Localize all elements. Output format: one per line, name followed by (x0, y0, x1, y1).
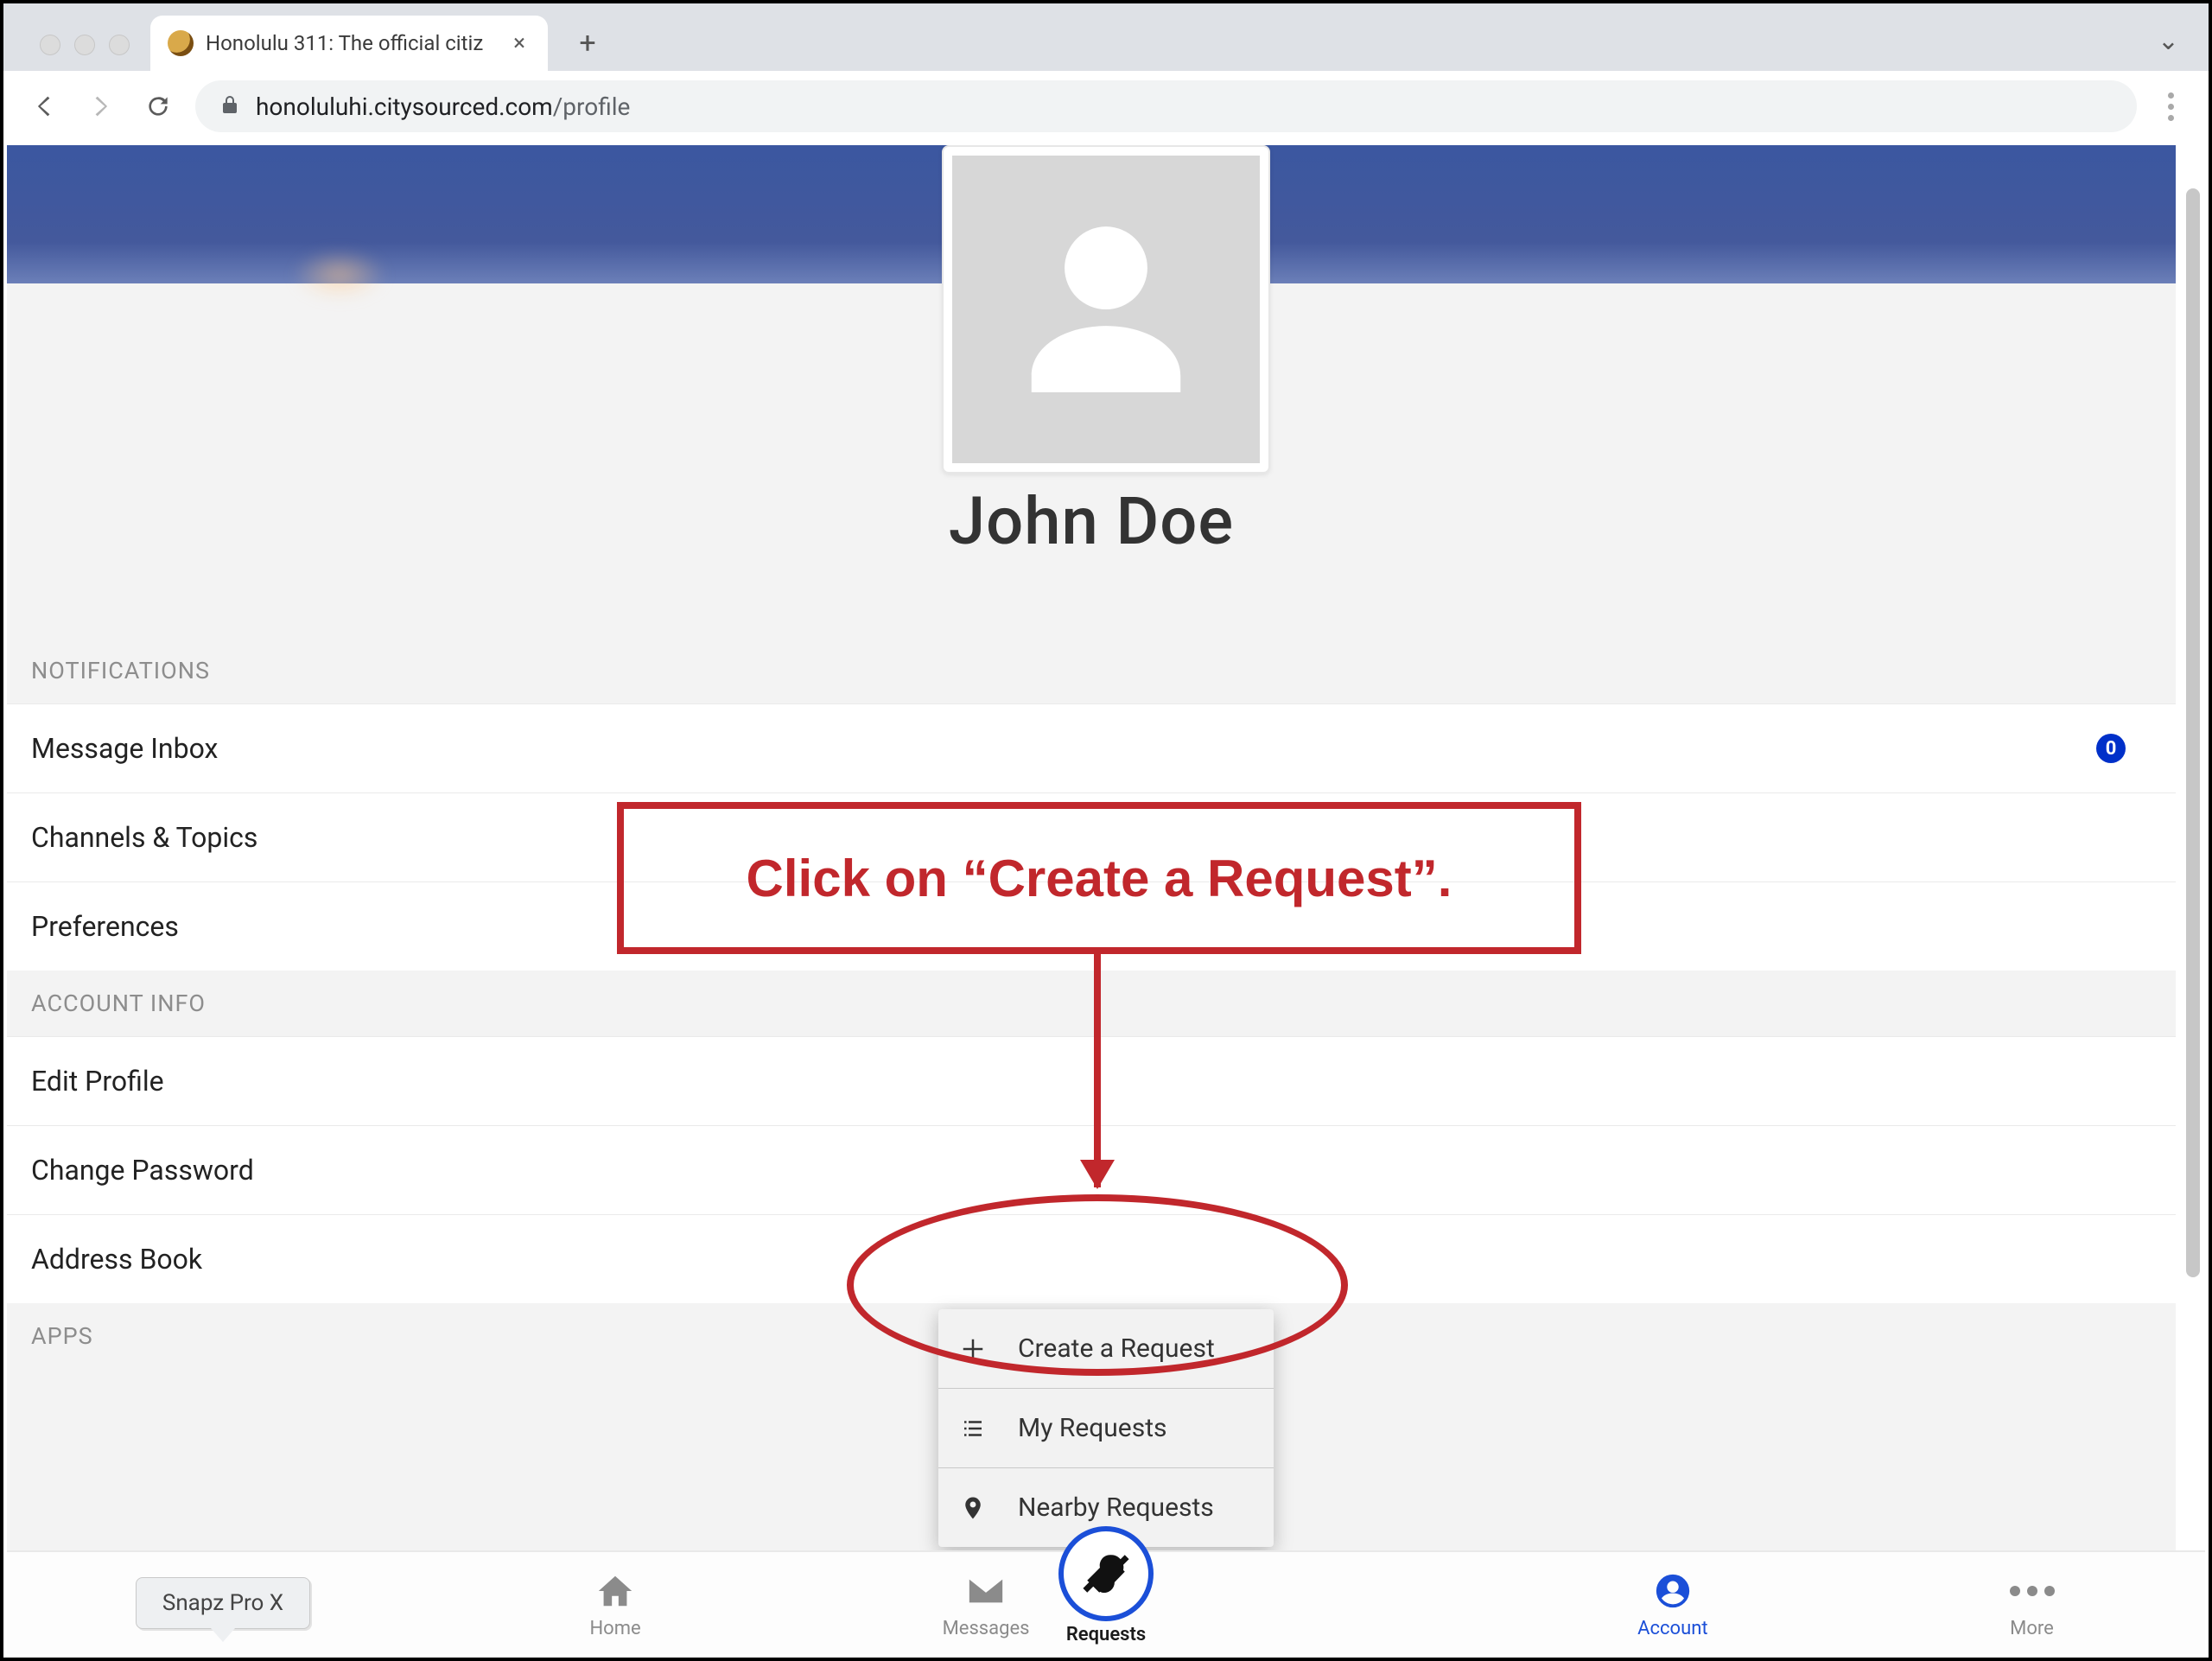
reload-button[interactable] (138, 86, 178, 126)
home-icon (595, 1568, 635, 1614)
arrow-right-icon (86, 92, 116, 121)
arrow-left-icon (29, 92, 59, 121)
envelope-icon (966, 1568, 1006, 1614)
more-dots-icon (2010, 1568, 2055, 1614)
close-window-dot[interactable] (40, 35, 60, 55)
avatar-placeholder (952, 156, 1260, 463)
browser-toolbar: honoluluhi.citysourced.com/profile (3, 71, 2209, 142)
snapz-pro-tooltip[interactable]: Snapz Pro X (136, 1577, 310, 1629)
cover-flare (292, 249, 387, 301)
annotation-text: Click on “Create a Request”. (747, 849, 1452, 908)
address-bar[interactable]: honoluluhi.citysourced.com/profile (195, 80, 2137, 132)
tools-icon (1081, 1549, 1131, 1599)
nav-more[interactable]: More (2010, 1568, 2055, 1639)
nav-home[interactable]: Home (589, 1568, 640, 1639)
new-tab-button[interactable]: + (563, 19, 612, 67)
nav-messages[interactable]: Messages (943, 1568, 1030, 1639)
reload-icon (144, 92, 172, 120)
forward-button[interactable] (81, 86, 121, 126)
nav-label: Home (589, 1618, 640, 1639)
popover-label: Nearby Requests (1018, 1492, 1214, 1523)
nav-label: Messages (943, 1618, 1030, 1639)
row-label: Edit Profile (31, 1065, 164, 1098)
url-host: honoluluhi.citysourced.com (256, 92, 553, 121)
page-viewport: John Doe NOTIFICATIONS Message Inbox 0 C… (7, 145, 2205, 1654)
browser-chrome: Honolulu 311: The official citiz × + ⌄ h… (3, 3, 2209, 142)
location-pin-icon (957, 1495, 988, 1521)
person-icon (1007, 210, 1205, 409)
lock-icon (219, 94, 240, 118)
chevron-down-icon[interactable]: ⌄ (2158, 26, 2179, 56)
bottom-nav: Snapz Pro X Home Messages . (7, 1550, 2205, 1654)
browser-menu-button[interactable] (2154, 92, 2188, 121)
profile-display-name: John Doe (7, 482, 2176, 560)
maximize-window-dot[interactable] (109, 35, 130, 55)
account-circle-icon (1653, 1568, 1693, 1614)
section-notifications-label: NOTIFICATIONS (7, 638, 2176, 703)
bottom-nav-left: Snapz Pro X (7, 1552, 439, 1654)
vertical-scrollbar[interactable] (2186, 188, 2200, 1277)
avatar[interactable] (942, 145, 1270, 474)
section-account-info-label: ACCOUNT INFO (7, 971, 2176, 1036)
row-label: Address Book (31, 1243, 202, 1276)
popover-label: My Requests (1018, 1413, 1167, 1443)
nav-requests-label: Requests (1066, 1624, 1146, 1645)
favicon-icon (168, 30, 194, 56)
annotation-callout-box: Click on “Create a Request”. (617, 802, 1581, 954)
window-traffic-lights (19, 35, 150, 71)
row-label: Channels & Topics (31, 821, 257, 854)
row-label: Message Inbox (31, 732, 218, 765)
back-button[interactable] (24, 86, 64, 126)
bottom-nav-items: Home Messages . Account M (439, 1552, 2205, 1654)
snapz-label: Snapz Pro X (162, 1590, 283, 1616)
tab-strip: Honolulu 311: The official citiz × + (3, 3, 2209, 71)
minimize-window-dot[interactable] (74, 35, 95, 55)
list-icon (957, 1416, 988, 1441)
browser-tab[interactable]: Honolulu 311: The official citiz × (150, 16, 548, 71)
nav-account[interactable]: Account (1637, 1568, 1707, 1639)
nav-label: More (2010, 1618, 2054, 1639)
url-text: honoluluhi.citysourced.com/profile (256, 92, 630, 121)
nav-requests-button[interactable] (1058, 1526, 1154, 1621)
row-label: Preferences (31, 910, 179, 943)
nav-label: Account (1637, 1618, 1707, 1639)
row-edit-profile[interactable]: Edit Profile (7, 1036, 2176, 1125)
tab-title: Honolulu 311: The official citiz (206, 31, 496, 55)
annotation-ellipse (847, 1194, 1348, 1376)
url-path: /profile (553, 92, 631, 121)
inbox-unread-badge: 0 (2096, 734, 2126, 763)
row-message-inbox[interactable]: Message Inbox 0 (7, 703, 2176, 792)
close-tab-icon[interactable]: × (508, 30, 531, 56)
popover-my-requests[interactable]: My Requests (938, 1389, 1274, 1468)
annotation-arrow (1094, 954, 1101, 1187)
row-label: Change Password (31, 1154, 254, 1187)
